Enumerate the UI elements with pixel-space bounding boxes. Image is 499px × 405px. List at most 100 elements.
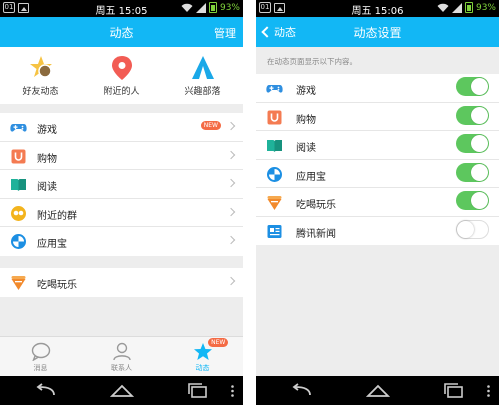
wifi-icon [181, 3, 193, 12]
quick-label: 好友动态 [22, 87, 59, 97]
quick-label: 兴趣部落 [184, 87, 221, 97]
message-icon [31, 342, 50, 361]
quick-entries: 好友动态 附近的人 兴趣部落 [0, 47, 243, 104]
feed-list-main: 游戏 NEW 购物 阅读 附近的群 应用宝 [0, 113, 243, 256]
feed-list-secondary: 吃喝玩乐 [0, 268, 243, 297]
book-icon [267, 140, 282, 152]
food-fun-icon [267, 196, 282, 210]
gamepad-icon [266, 85, 283, 93]
setting-row-shopping: 购物 [256, 103, 499, 131]
list-item-label: 吃喝玩乐 [37, 280, 77, 291]
setting-row-game: 游戏 [256, 74, 499, 103]
tab-contacts[interactable]: 联系人 [81, 337, 162, 376]
title-bar: 动态 管理 [0, 17, 243, 47]
chevron-right-icon [226, 178, 236, 188]
contacts-icon [112, 342, 131, 361]
battery-percent: 93% [475, 2, 496, 13]
toggle-news[interactable] [456, 219, 489, 239]
shopping-bag-icon [267, 110, 282, 124]
quick-nearby-people[interactable]: 附近的人 [81, 47, 162, 104]
setting-label: 游戏 [296, 86, 316, 97]
home-icon[interactable] [110, 383, 134, 399]
toggle-reading[interactable] [456, 134, 489, 153]
setting-row-reading: 阅读 [256, 131, 499, 160]
setting-row-food-fun: 吃喝玩乐 [256, 188, 499, 217]
book-icon [11, 179, 26, 191]
list-item-label: 附近的群 [37, 210, 77, 222]
toggle-food-fun[interactable] [456, 191, 489, 210]
phone-left-feed: 01 周五 15:05 93% 动态 管理 好友动态 附近的人 兴趣部落 游戏 … [0, 0, 243, 405]
setting-label: 应用宝 [296, 171, 326, 183]
recent-apps-icon[interactable] [186, 383, 210, 399]
setting-label: 腾讯新闻 [296, 228, 336, 240]
chevron-right-icon [226, 121, 236, 131]
tab-label: 消息 [33, 364, 48, 372]
overflow-menu-icon[interactable] [231, 385, 234, 397]
list-item-label: 应用宝 [37, 239, 67, 250]
chevron-right-icon [226, 276, 236, 286]
toggle-game[interactable] [456, 77, 489, 96]
status-bar: 01 周五 15:05 93% [0, 0, 243, 17]
gamepad-icon [10, 124, 27, 132]
shopping-bag-icon [11, 149, 26, 163]
tab-feed[interactable]: NEW 动态 [162, 337, 243, 376]
battery-icon [208, 2, 217, 13]
list-item-label: 购物 [37, 153, 57, 165]
wifi-icon [437, 3, 449, 12]
battery-percent: 93% [219, 2, 240, 13]
setting-row-news: 腾讯新闻 [256, 217, 499, 246]
app-store-icon [267, 166, 282, 182]
signal-icon [195, 2, 206, 13]
phone-right-settings: 01 周五 15:06 93% 动态 动态设置 在动态页面显示以下内容。 游戏 [256, 0, 499, 405]
page-title: 动态 [109, 26, 134, 40]
recent-apps-icon[interactable] [442, 383, 466, 399]
setting-row-app-store: 应用宝 [256, 160, 499, 188]
title-bar: 动态 动态设置 [256, 17, 499, 47]
list-item-shopping[interactable]: 购物 [0, 142, 243, 170]
bottom-tab-bar: 消息 联系人 NEW 动态 [0, 336, 243, 376]
new-badge: NEW [200, 121, 221, 130]
list-item-app-store[interactable]: 应用宝 [0, 227, 243, 256]
home-icon[interactable] [366, 383, 390, 399]
settings-hint: 在动态页面显示以下内容。 [267, 57, 357, 66]
settings-list: 游戏 购物 阅读 应用宝 吃喝玩乐 腾讯新闻 [256, 74, 499, 245]
location-pin-icon [111, 56, 132, 80]
app-store-icon [11, 234, 26, 249]
battery-icon [464, 2, 473, 13]
quick-friend-feed[interactable]: 好友动态 [0, 47, 81, 104]
toggle-app-store[interactable] [456, 162, 489, 182]
tab-messages[interactable]: 消息 [0, 337, 81, 376]
food-fun-icon [11, 276, 26, 290]
list-item-nearby-groups[interactable]: 附近的群 [0, 199, 243, 227]
tab-label: 动态 [195, 364, 210, 372]
list-item-food-fun[interactable]: 吃喝玩乐 [0, 268, 243, 297]
chevron-right-icon [226, 150, 236, 159]
chevron-right-icon [226, 207, 236, 216]
list-item-game[interactable]: 游戏 NEW [0, 113, 243, 142]
setting-label: 吃喝玩乐 [296, 200, 336, 211]
list-item-label: 游戏 [37, 125, 57, 136]
list-item-reading[interactable]: 阅读 [0, 170, 243, 199]
new-badge: NEW [208, 338, 229, 347]
tab-label: 联系人 [111, 364, 132, 372]
status-bar: 01 周五 15:06 93% [256, 0, 499, 17]
overflow-menu-icon[interactable] [487, 385, 490, 397]
friend-feed-icon [29, 56, 52, 78]
setting-label: 购物 [296, 114, 316, 126]
quick-label: 附近的人 [103, 87, 140, 97]
news-icon [267, 224, 282, 238]
toggle-shopping[interactable] [456, 105, 489, 125]
system-nav-bar [256, 376, 499, 405]
nearby-group-icon [11, 205, 26, 221]
setting-label: 阅读 [296, 143, 316, 154]
tribe-tent-icon [191, 56, 214, 79]
back-icon[interactable] [290, 383, 314, 399]
list-item-label: 阅读 [37, 182, 57, 193]
signal-icon [451, 2, 462, 13]
system-nav-bar [0, 376, 243, 405]
quick-interest-tribe[interactable]: 兴趣部落 [162, 47, 243, 104]
page-title: 动态设置 [353, 26, 402, 40]
back-icon[interactable] [34, 383, 58, 399]
chevron-right-icon [226, 235, 236, 245]
manage-button[interactable]: 管理 [214, 25, 236, 41]
